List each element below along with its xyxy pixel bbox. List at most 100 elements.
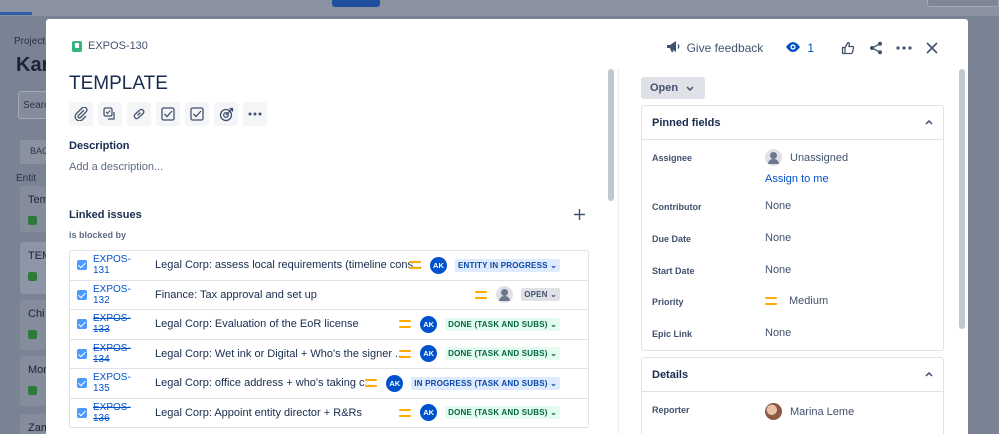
task-icon [77,348,87,359]
unassigned-avatar [765,149,782,166]
issue-meta: AK DONE (TASK AND SUBS) ⌄ [399,315,560,333]
vote-button[interactable] [834,36,862,60]
left-scrollbar[interactable] [608,69,614,201]
issue-title[interactable]: TEMPLATE [69,73,168,95]
linked-issues-heading: Linked issues [69,209,142,221]
more-actions-button[interactable] [890,36,918,60]
story-icon [72,40,82,52]
add-linked-issue-button[interactable] [574,207,585,225]
attach-button[interactable] [69,102,93,126]
reporter-field[interactable]: Marina Leme [765,403,854,420]
status-badge[interactable]: ENTITY IN PROGRESS ⌄ [454,258,560,272]
priority-medium-icon [399,408,412,417]
status-badge[interactable]: IN PROGRESS (TASK AND SUBS) ⌄ [411,376,560,390]
close-button[interactable] [918,36,946,60]
link-issue-button[interactable] [127,102,151,126]
give-feedback-button[interactable]: Give feedback [666,40,763,56]
list-item[interactable]: EXPOS-136 Legal Corp: Appoint entity dir… [70,399,588,428]
task-icon [77,407,87,418]
assign-to-me-link[interactable]: Assign to me [765,173,829,185]
status-dropdown[interactable]: Open [641,77,705,99]
issue-key-link[interactable]: EXPOS-136 [93,402,147,424]
contributor-value[interactable]: None [765,200,791,212]
close-icon [926,42,938,54]
share-button[interactable] [862,36,890,60]
link-icon [133,108,145,120]
watch-button[interactable]: 1 [785,41,814,56]
target-button[interactable] [214,102,238,126]
issue-summary[interactable]: Legal Corp: Evaluation of the EoR licens… [155,318,359,330]
details-heading: Details [652,368,689,381]
issue-key-link[interactable]: EXPOS-133 [93,313,147,335]
avatar: AK [420,315,438,333]
more-icon [248,112,262,116]
description-field[interactable]: Add a description... [69,161,163,173]
checklist-button[interactable] [185,102,209,126]
issue-summary[interactable]: Legal Corp: Wet ink or Digital + Who's t… [155,348,404,360]
list-item[interactable]: EXPOS-135 Legal Corp: office address + w… [70,369,588,399]
list-item[interactable]: EXPOS-131 Legal Corp: assess local requi… [70,251,588,281]
issue-key-link[interactable]: EXPOS-132 [93,284,147,306]
chevron-down-icon [686,85,694,91]
issue-summary[interactable]: Finance: Tax approval and set up [155,289,317,301]
issue-key-link[interactable]: EXPOS-135 [93,372,147,394]
due-date-value[interactable]: None [765,232,791,244]
chevron-up-icon [925,120,933,125]
board-primary-button [332,0,380,7]
status-badge[interactable]: DONE (TASK AND SUBS) ⌄ [445,406,560,420]
issue-key-link[interactable]: EXPOS-134 [93,343,147,365]
more-icon [896,46,912,50]
status-badge[interactable]: DONE (TASK AND SUBS) ⌄ [445,317,560,331]
issue-toolbar [69,102,267,126]
task-icon [77,378,87,389]
assignee-field[interactable]: Unassigned [765,149,848,166]
chevron-up-icon [925,372,933,377]
avatar: AK [386,374,404,392]
priority-medium-icon [408,261,421,270]
priority-medium-icon [399,349,412,358]
issue-key-link[interactable]: EXPOS-131 [93,254,147,276]
board-search-box [927,0,999,7]
status-badge[interactable]: DONE (TASK AND SUBS) ⌄ [445,347,560,361]
list-item[interactable]: EXPOS-134 Legal Corp: Wet ink or Digital… [70,340,588,369]
list-item[interactable]: EXPOS-132 Finance: Tax approval and set … [70,281,588,310]
reporter-value: Marina Leme [790,405,855,418]
status-badge[interactable]: OPEN ⌄ [521,288,560,302]
linked-issues-list: EXPOS-131 Legal Corp: assess local requi… [69,250,589,428]
list-item[interactable]: EXPOS-133 Legal Corp: Evaluation of the … [70,310,588,340]
link-relation-label: is blocked by [69,230,127,240]
issue-summary[interactable]: Legal Corp: office address + who's takin… [155,377,374,389]
issue-key-breadcrumb[interactable]: EXPOS-130 [72,40,148,52]
issue-summary[interactable]: Legal Corp: assess local requirements (t… [155,259,422,271]
pinned-fields-header[interactable]: Pinned fields [642,106,943,140]
reporter-label: Reporter [652,405,690,415]
watch-count: 1 [807,41,814,55]
assignee-value: Unassigned [790,151,849,164]
description-heading: Description [69,140,130,152]
issue-key[interactable]: EXPOS-130 [88,40,148,52]
issue-meta: AK ENTITY IN PROGRESS ⌄ [408,256,560,274]
checkbox-icon [190,107,204,121]
board-topbar [0,0,999,16]
more-toolbar-button[interactable] [243,102,267,126]
epic-link-value[interactable]: None [765,327,791,339]
right-scrollbar[interactable] [959,69,965,329]
priority-medium-icon [365,379,378,388]
avatar: AK [429,256,447,274]
unassigned-avatar [496,286,514,304]
epic-link-label: Epic Link [652,329,693,339]
priority-field[interactable]: Medium [765,295,828,307]
checklist-button[interactable] [156,102,180,126]
priority-value: Medium [789,295,829,307]
start-date-value[interactable]: None [765,264,791,276]
priority-medium-icon [475,290,488,299]
issue-modal: EXPOS-130 Give feedback 1 TEMPLATE Descr… [46,19,968,434]
board-group-label: Entit [16,173,37,184]
megaphone-icon [666,40,681,56]
start-date-label: Start Date [652,266,695,276]
task-icon [77,319,87,330]
details-header[interactable]: Details [642,358,943,392]
create-subtask-button[interactable] [98,102,122,126]
issue-summary[interactable]: Legal Corp: Appoint entity director + R&… [155,407,362,419]
pinned-fields-heading: Pinned fields [652,116,721,129]
